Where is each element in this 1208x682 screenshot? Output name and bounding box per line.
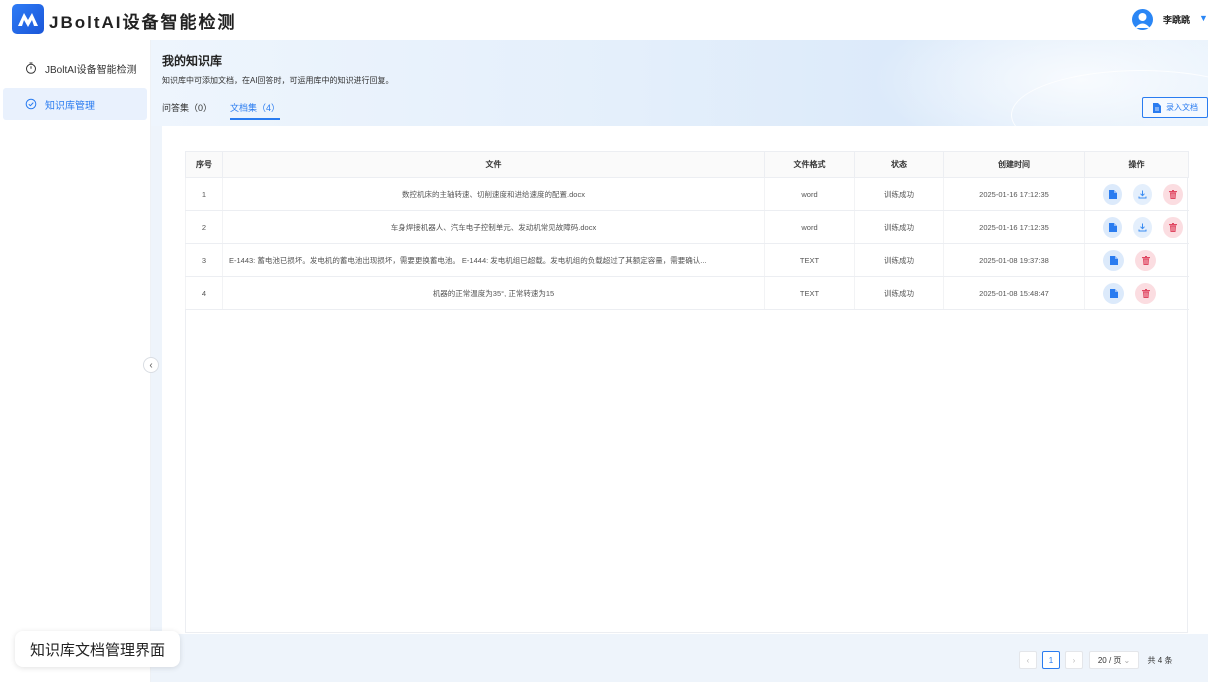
collapse-sidebar-button[interactable]: ‹: [143, 357, 159, 373]
pagination-next-button[interactable]: ›: [1065, 651, 1083, 669]
delete-button[interactable]: [1163, 216, 1183, 238]
view-button[interactable]: [1103, 282, 1124, 304]
document-icon: [1153, 102, 1161, 113]
delete-button[interactable]: [1135, 249, 1156, 271]
user-avatar[interactable]: [1132, 9, 1153, 30]
table-row: 2 车身焊接机器人、汽车电子控制单元、发动机常见故障码.docx word 训练成功 2…: [185, 210, 1189, 244]
view-button[interactable]: [1103, 216, 1123, 238]
column-header-index: 序号: [185, 151, 223, 178]
cell-actions: [1084, 210, 1189, 244]
cell-index: 4: [185, 276, 223, 310]
delete-button[interactable]: [1163, 183, 1183, 205]
cell-index: 2: [185, 210, 223, 244]
column-header-file: 文件: [222, 151, 765, 178]
page-size-select[interactable]: 20 / 页 ⌄: [1089, 651, 1139, 669]
document-table: 序号 文件 文件格式 状态 创建时间 操作 1 数控机床的主轴转速、切削速度和进给…: [185, 151, 1189, 310]
top-header: JBoltAI设备智能检测 李跳跳 ▼: [0, 0, 1208, 40]
cell-file[interactable]: 机器的正常温度为35°, 正常转速为15: [222, 276, 765, 310]
cell-created: 2025-01-08 19:37:38: [943, 243, 1085, 277]
download-icon: [1138, 223, 1147, 232]
app-logo: [12, 4, 44, 34]
knowledge-icon: [25, 98, 37, 110]
page-header: 我的知识库 知识库中可添加文档，在AI回答时，可运用库中的知识进行回复。 问答集…: [151, 40, 1208, 130]
delete-button[interactable]: [1135, 282, 1156, 304]
cell-status: 训练成功: [854, 276, 944, 310]
column-header-status: 状态: [854, 151, 944, 178]
cell-created: 2025-01-16 17:12:35: [943, 210, 1085, 244]
trash-icon: [1168, 222, 1177, 232]
cell-status: 训练成功: [854, 177, 944, 211]
pagination-current-page[interactable]: 1: [1042, 651, 1060, 669]
column-header-actions: 操作: [1084, 151, 1189, 178]
cell-index: 1: [185, 177, 223, 211]
cell-index: 3: [185, 243, 223, 277]
page-size-label: 20 / 页: [1097, 655, 1122, 665]
cell-created: 2025-01-08 15:48:47: [943, 276, 1085, 310]
tab-document-set[interactable]: 文档集（4）: [230, 101, 281, 120]
sidebar: JBoltAI设备智能检测 知识库管理: [0, 40, 151, 682]
cell-status: 训练成功: [854, 243, 944, 277]
cell-actions: [1084, 177, 1189, 211]
pagination-prev-button[interactable]: ‹: [1019, 651, 1037, 669]
sidebar-item-label: 知识库管理: [45, 100, 95, 112]
pagination-total: 共 4 条: [1147, 655, 1173, 665]
download-button[interactable]: [1133, 216, 1153, 238]
document-icon: [1108, 222, 1117, 232]
sidebar-item-knowledge[interactable]: 知识库管理: [3, 88, 147, 120]
cell-format: word: [764, 210, 855, 244]
cell-actions: [1084, 243, 1189, 277]
table-row: 4 机器的正常温度为35°, 正常转速为15 TEXT 训练成功 2025-01-08 …: [185, 276, 1189, 310]
document-icon: [1108, 189, 1117, 199]
cell-format: TEXT: [764, 243, 855, 277]
view-button[interactable]: [1103, 249, 1124, 271]
user-name[interactable]: 李跳跳: [1163, 13, 1190, 26]
table-row: 1 数控机床的主轴转速、切削速度和进给速度的配置.docx word 训练成功 2025…: [185, 177, 1189, 211]
trash-icon: [1168, 189, 1177, 199]
view-button[interactable]: [1103, 183, 1123, 205]
sidebar-item-label: JBoltAI设备智能检测: [45, 64, 137, 76]
chevron-down-icon: ⌄: [1123, 655, 1131, 665]
image-caption: 知识库文档管理界面: [15, 631, 181, 667]
cell-file[interactable]: 数控机床的主轴转速、切削速度和进给速度的配置.docx: [222, 177, 765, 211]
sidebar-item-device-detection[interactable]: JBoltAI设备智能检测: [3, 52, 147, 84]
column-header-format: 文件格式: [764, 151, 855, 178]
table-body: 1 数控机床的主轴转速、切削速度和进给速度的配置.docx word 训练成功 2025…: [185, 177, 1189, 310]
download-button[interactable]: [1133, 183, 1153, 205]
cell-file[interactable]: E-1443: 蓄电池已损坏。发电机的蓄电池出现损坏，需要更换蓄电池。 E-14…: [222, 243, 765, 277]
document-icon: [1109, 255, 1118, 265]
import-document-button[interactable]: 录入文档: [1142, 97, 1208, 118]
table-row: 3 E-1443: 蓄电池已损坏。发电机的蓄电池出现损坏，需要更换蓄电池。 E-1…: [185, 243, 1189, 277]
trash-icon: [1141, 255, 1150, 265]
import-document-label: 录入文档: [1166, 103, 1198, 112]
cell-actions: [1084, 276, 1189, 310]
cell-file[interactable]: 车身焊接机器人、汽车电子控制单元、发动机常见故障码.docx: [222, 210, 765, 244]
app-title: JBoltAI设备智能检测: [49, 13, 237, 32]
tab-qa-set[interactable]: 问答集（0）: [162, 101, 212, 118]
download-icon: [1138, 190, 1147, 199]
document-icon: [1109, 288, 1118, 298]
trash-icon: [1141, 288, 1150, 298]
cell-format: TEXT: [764, 276, 855, 310]
chevron-down-icon[interactable]: ▼: [1199, 13, 1208, 23]
cell-created: 2025-01-16 17:12:35: [943, 177, 1085, 211]
cell-format: word: [764, 177, 855, 211]
column-header-created: 创建时间: [943, 151, 1085, 178]
page-title: 我的知识库: [162, 54, 223, 68]
timer-icon: [25, 62, 37, 74]
cell-status: 训练成功: [854, 210, 944, 244]
page-description: 知识库中可添加文档，在AI回答时，可运用库中的知识进行回复。: [162, 76, 394, 85]
table-header-row: 序号 文件 文件格式 状态 创建时间 操作: [185, 151, 1189, 178]
